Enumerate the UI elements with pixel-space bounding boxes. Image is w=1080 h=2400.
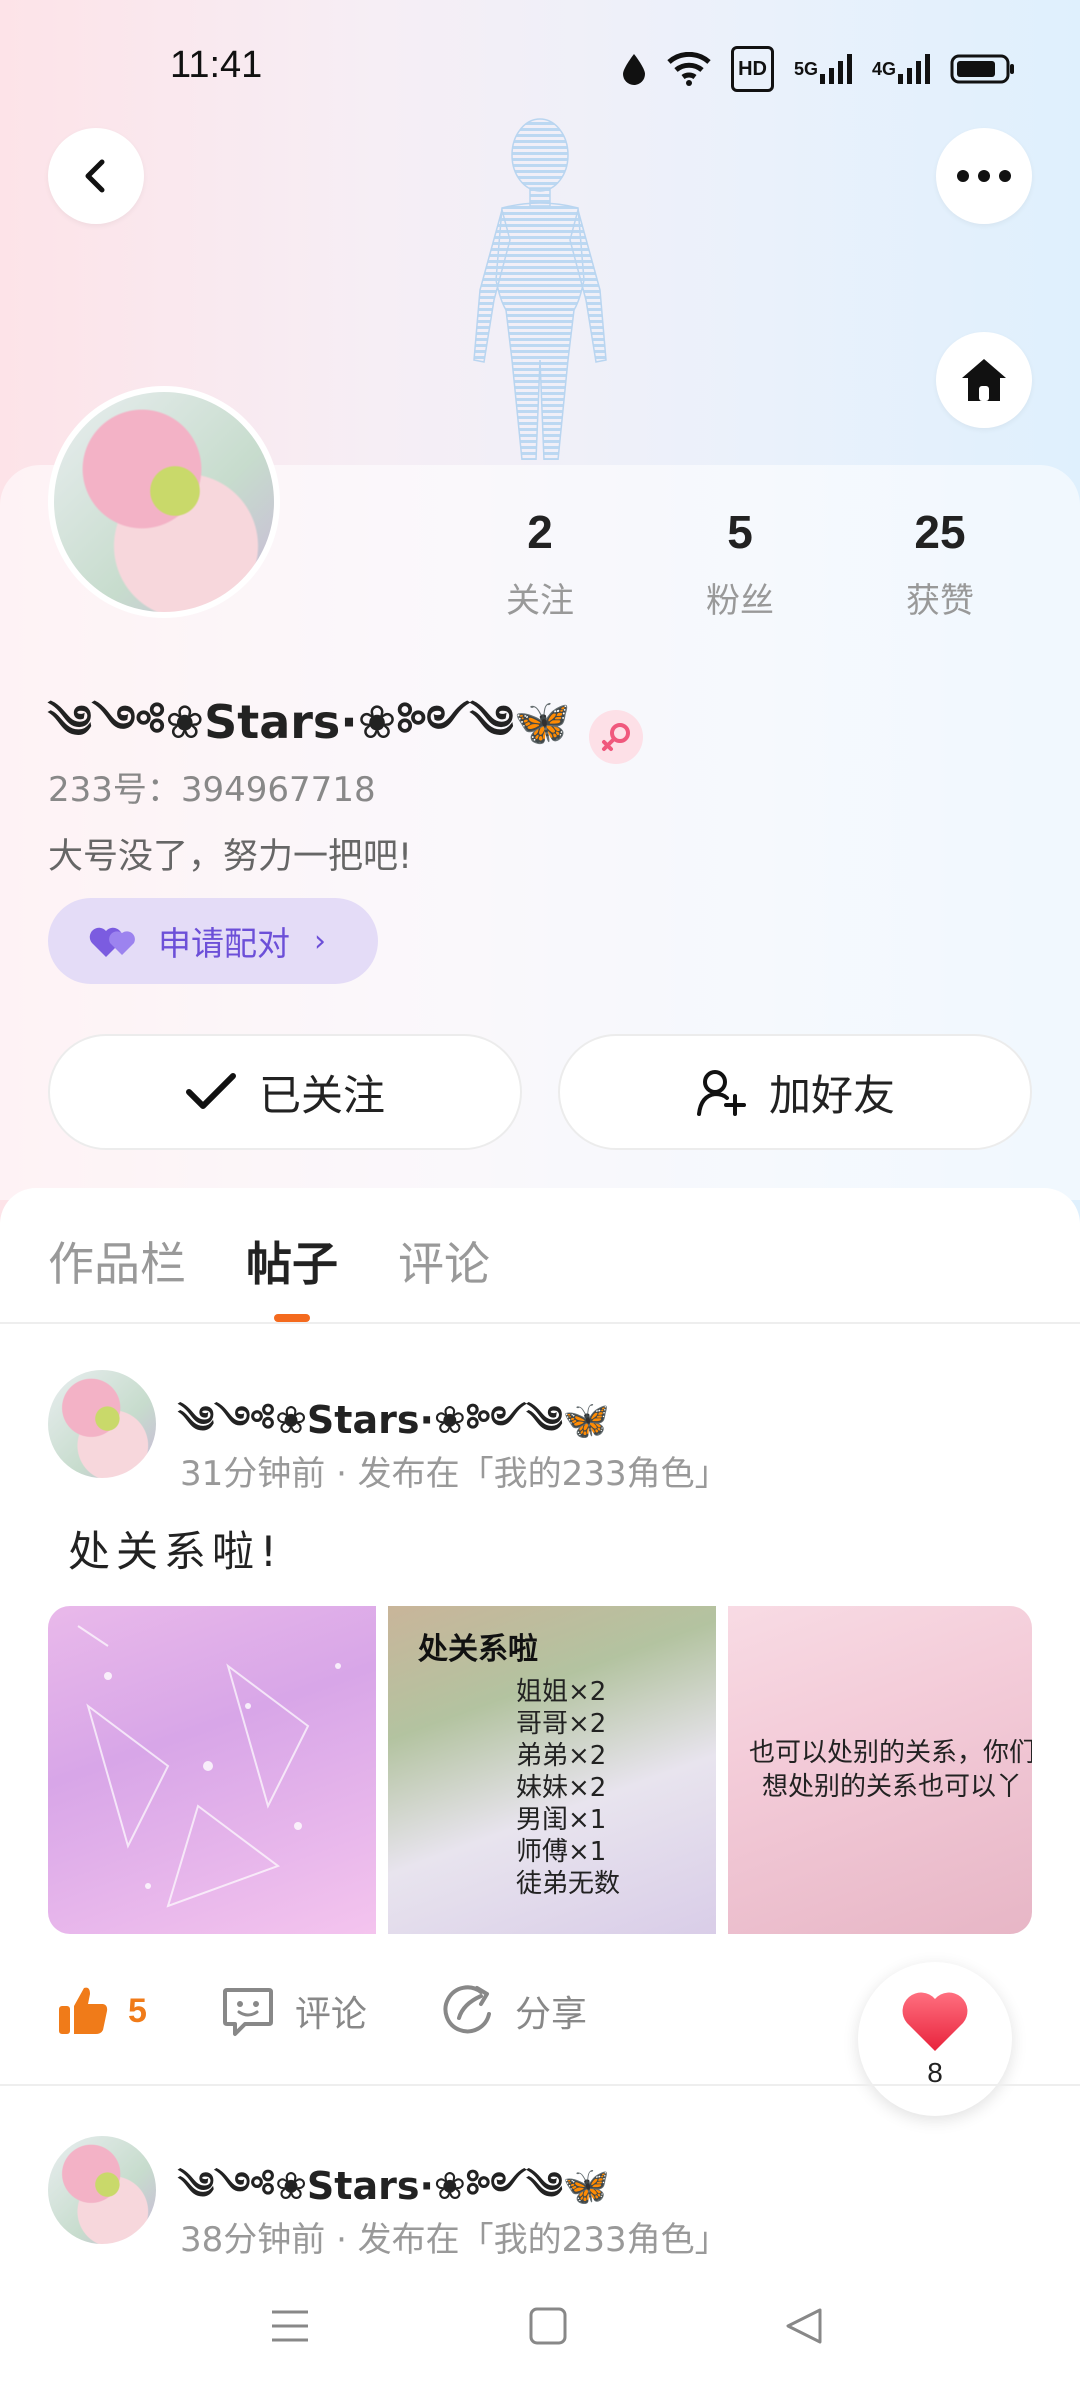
data-saver-icon (621, 49, 647, 89)
tab-works[interactable]: 作品栏 (48, 1228, 186, 1294)
image-title: 处关系啦 (418, 1632, 538, 1667)
chevron-left-icon (85, 159, 105, 193)
like-count: 5 (128, 1991, 147, 2030)
avatar-image (54, 392, 274, 612)
stat-label: 关注 (506, 581, 574, 621)
post-text[interactable]: 处关系啦! (68, 1518, 283, 1579)
share-label: 分享 (514, 1994, 587, 2035)
hd-badge: HD (731, 46, 774, 92)
following-label: 已关注 (258, 1070, 385, 1120)
menu-icon[interactable] (270, 2306, 310, 2346)
female-icon (589, 709, 644, 764)
comment-icon (222, 1988, 273, 2036)
add-friend-button[interactable]: 加好友 (558, 1034, 1032, 1150)
post-meta: 31分钟前 · 发布在「我的233角色」 (180, 1454, 729, 1494)
stat-following[interactable]: 2 关注 (440, 505, 640, 622)
image-list-line: 妹妹×2 (516, 1773, 607, 1803)
home-square-icon[interactable] (528, 2306, 568, 2346)
divider (0, 1322, 1080, 1324)
image-caption: 也可以处别的关系，你们想处别的关系也可以丫 (748, 1738, 1032, 1802)
pair-label: 申请配对 (158, 924, 290, 963)
tab-comments[interactable]: 评论 (398, 1228, 490, 1294)
wifi-icon (667, 49, 711, 89)
back-button[interactable] (48, 128, 144, 224)
avatar-3d-figure (440, 110, 640, 461)
stat-number: 5 (727, 506, 753, 558)
stat-number: 25 (914, 506, 966, 558)
post-author-avatar[interactable] (48, 2136, 156, 2244)
profile-tabs: 作品栏 帖子 评论 (48, 1228, 490, 1294)
floating-like-button[interactable]: 8 (858, 1962, 1012, 2116)
heart-icon (902, 1992, 968, 2051)
stat-label: 粉丝 (706, 581, 774, 621)
status-icons: HD 5G 4G (621, 46, 1016, 92)
check-icon (185, 1073, 236, 1109)
profile-stats: 2 关注 5 粉丝 25 获赞 (480, 505, 1040, 622)
chevron-right-icon: › (314, 923, 326, 959)
post-meta: 38分钟前 · 发布在「我的233角色」 (180, 2220, 729, 2260)
stat-followers[interactable]: 5 粉丝 (640, 505, 840, 622)
share-icon (443, 1985, 491, 2034)
status-time: 11:41 (170, 44, 263, 86)
sparkle-pattern (77, 1625, 341, 1908)
user-id: 233号：394967718 (48, 770, 376, 810)
image-list-line: 哥哥×2 (516, 1709, 607, 1739)
profile-avatar[interactable] (48, 386, 280, 618)
image-list-line: 姐姐×2 (516, 1677, 607, 1707)
image-list-line: 弟弟×2 (516, 1741, 607, 1771)
hearts-icon (89, 927, 135, 957)
following-button[interactable]: 已关注 (48, 1034, 522, 1150)
more-button[interactable] (936, 128, 1032, 224)
more-dots-icon (957, 170, 1011, 182)
tab-posts[interactable]: 帖子 (246, 1228, 338, 1294)
battery-icon (950, 49, 1016, 89)
like-button[interactable]: 5 (56, 1984, 147, 2038)
signal-5g-icon: 5G (794, 49, 852, 89)
image-list-line: 男闺×1 (516, 1805, 607, 1835)
post-actions: 5 评论 分享 (56, 1984, 661, 2038)
post-image-2[interactable]: 处关系啦 姐姐×2 哥哥×2 弟弟×2 妹妹×2 男闺×1 师傅×1 徒弟无数 (388, 1606, 716, 1934)
add-user-icon (696, 1070, 746, 1116)
add-friend-label: 加好友 (768, 1070, 895, 1120)
net-5g-label: 5G (793, 59, 818, 79)
user-bio: 大号没了，努力一把吧! (48, 837, 413, 877)
home-button[interactable] (936, 332, 1032, 428)
image-list-line: 徒弟无数 (516, 1869, 621, 1899)
divider (0, 2084, 1080, 2086)
stat-label: 获赞 (906, 581, 974, 621)
comment-button[interactable]: 评论 (221, 1984, 367, 2038)
back-triangle-icon[interactable] (784, 2306, 824, 2346)
image-list-line: 师傅×1 (516, 1837, 607, 1867)
post-author-avatar[interactable] (48, 1370, 156, 1478)
comment-label: 评论 (294, 1994, 367, 2035)
signal-4g-icon: 4G (872, 49, 930, 89)
thumbs-up-icon (59, 1987, 108, 2034)
image-list: 姐姐×2 哥哥×2 弟弟×2 妹妹×2 男闺×1 师傅×1 徒弟无数 (516, 1676, 620, 1900)
post-image-1[interactable] (48, 1606, 376, 1934)
post-image-3[interactable]: 也可以处别的关系，你们想处别的关系也可以丫 (728, 1606, 1032, 1934)
net-4g-label: 4G (871, 59, 896, 79)
stat-number: 2 (527, 506, 553, 558)
home-icon (962, 359, 1006, 401)
stat-likes[interactable]: 25 获赞 (840, 505, 1040, 622)
request-pair-button[interactable]: 申请配对 › (48, 898, 378, 984)
system-navigation-bar (0, 2266, 1080, 2400)
share-button[interactable]: 分享 (441, 1984, 587, 2038)
